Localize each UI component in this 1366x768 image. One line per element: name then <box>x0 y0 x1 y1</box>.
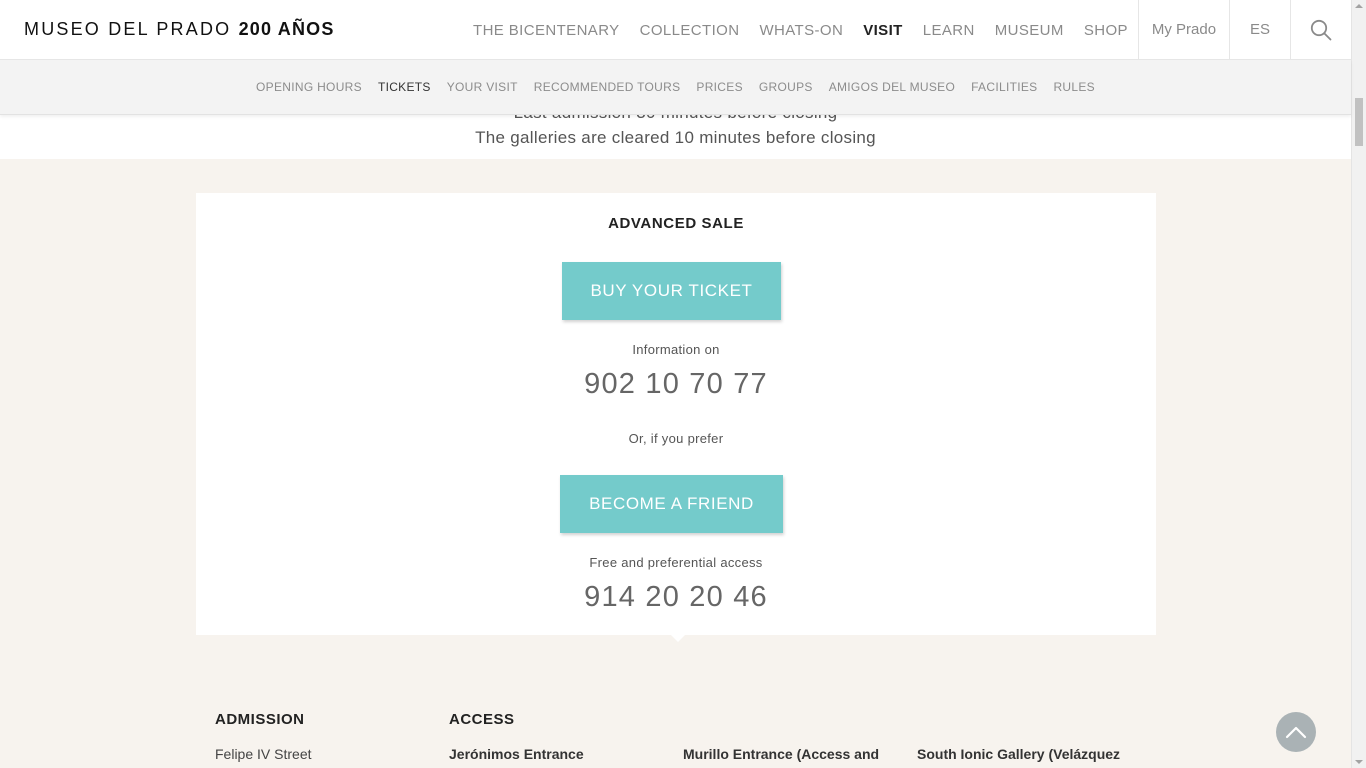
chevron-up-icon <box>1285 726 1307 739</box>
nav-item-museum[interactable]: MUSEUM <box>995 22 1064 39</box>
site-logo[interactable]: MUSEO DEL PRADO 200 AÑOS <box>24 19 335 40</box>
logo-text: MUSEO DEL PRADO <box>24 19 232 39</box>
nav-item-learn[interactable]: LEARN <box>923 22 975 39</box>
scroll-down-arrow[interactable] <box>1355 760 1363 764</box>
access-heading: ACCESS <box>449 711 515 728</box>
subnav-tickets[interactable]: TICKETS <box>378 80 431 94</box>
subnav-rules[interactable]: RULES <box>1053 80 1095 94</box>
friend-phone[interactable]: 914 20 20 46 <box>196 581 1156 614</box>
buy-ticket-button[interactable]: BUY YOUR TICKET <box>562 262 781 320</box>
admission-address: Felipe IV Street <box>215 746 312 762</box>
subnav-amigos-del-museo[interactable]: AMIGOS DEL MUSEO <box>829 80 955 94</box>
visit-subnav: OPENING HOURS TICKETS YOUR VISIT RECOMME… <box>0 60 1351 115</box>
access-item-jeronimos: Jerónimos Entrance <box>449 746 584 762</box>
page-scrollbar[interactable] <box>1351 0 1366 768</box>
nav-item-collection[interactable]: COLLECTION <box>640 22 740 39</box>
logo-accent: 200 AÑOS <box>238 19 335 39</box>
subnav-opening-hours[interactable]: OPENING HOURS <box>256 80 362 94</box>
scrollbar-thumb[interactable] <box>1355 98 1363 146</box>
access-item-south-ionic: South Ionic Gallery (Velázquez <box>917 746 1121 762</box>
closing-notice: Last admission 30 minutes before closing… <box>0 115 1351 159</box>
access-item-murillo: Murillo Entrance (Access and <box>683 746 880 762</box>
information-phone[interactable]: 902 10 70 77 <box>196 368 1156 401</box>
language-switch[interactable]: ES <box>1229 0 1290 59</box>
nav-item-visit[interactable]: VISIT <box>863 22 903 39</box>
scroll-up-arrow[interactable] <box>1355 4 1363 8</box>
subnav-your-visit[interactable]: YOUR VISIT <box>447 80 518 94</box>
information-label: Information on <box>632 342 720 357</box>
nav-item-shop[interactable]: SHOP <box>1084 22 1128 39</box>
subnav-groups[interactable]: GROUPS <box>759 80 813 94</box>
friend-access-label: Free and preferential access <box>589 555 763 570</box>
nav-item-whats-on[interactable]: WHATS-ON <box>759 22 843 39</box>
admission-heading: ADMISSION <box>215 711 305 728</box>
site-header: MUSEO DEL PRADO 200 AÑOS THE BICENTENARY… <box>0 0 1351 60</box>
my-prado-link[interactable]: My Prado <box>1138 0 1229 59</box>
subnav-recommended-tours[interactable]: RECOMMENDED TOURS <box>534 80 681 94</box>
advanced-sale-title: ADVANCED SALE <box>608 215 744 232</box>
prefer-label: Or, if you prefer <box>628 431 724 446</box>
galleries-cleared-text: The galleries are cleared 10 minutes bef… <box>475 128 876 147</box>
main-nav: THE BICENTENARY COLLECTION WHATS-ON VISI… <box>473 0 1148 60</box>
search-button[interactable] <box>1290 0 1351 59</box>
become-friend-button[interactable]: BECOME A FRIEND <box>560 475 783 533</box>
last-admission-text: Last admission 30 minutes before closing <box>0 115 1351 123</box>
advanced-sale-card: ADVANCED SALE BUY YOUR TICKET Informatio… <box>196 193 1156 642</box>
nav-item-bicentenary[interactable]: THE BICENTENARY <box>473 22 620 39</box>
card-pointer <box>670 634 686 642</box>
subnav-prices[interactable]: PRICES <box>696 80 742 94</box>
subnav-facilities[interactable]: FACILITIES <box>971 80 1037 94</box>
search-icon <box>1310 19 1332 40</box>
admission-access-section: ADMISSION Felipe IV Street ACCESS Jeróni… <box>0 711 1351 768</box>
scroll-to-top-button[interactable] <box>1276 712 1316 752</box>
